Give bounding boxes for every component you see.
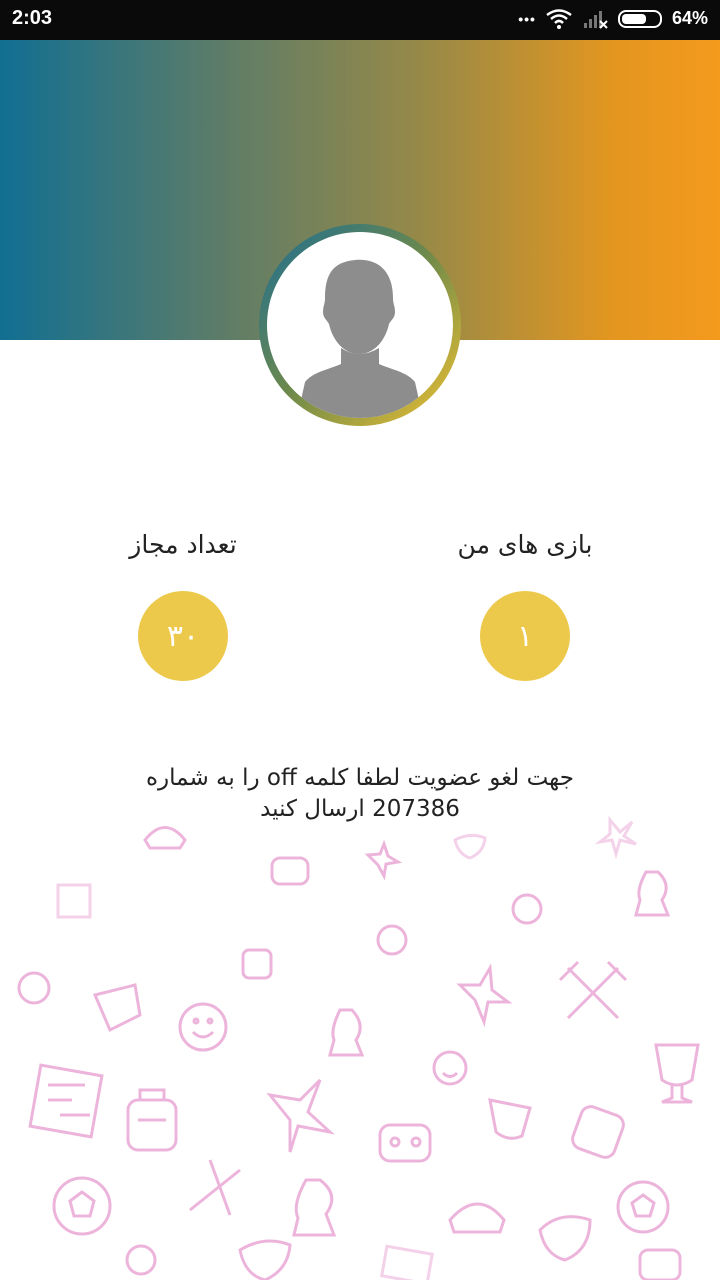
maze-icon [28, 1063, 104, 1139]
drama-masks-icon [538, 1215, 592, 1262]
backpack-icon [126, 1088, 178, 1152]
my-games-value: ۱ [516, 618, 534, 654]
soccer-ball-icon [616, 1180, 670, 1234]
status-time: 2:03 [12, 7, 53, 29]
allowed-count-value: ۳۰ [166, 618, 200, 654]
wifi-icon [546, 8, 572, 29]
allowed-count-badge: ۳۰ [138, 591, 228, 681]
pinwheel-icon [364, 839, 403, 881]
pinwheel-icon [266, 1078, 335, 1153]
soccer-ball-icon [376, 924, 408, 956]
speedometer-icon [143, 826, 187, 850]
crossed-swords-icon [189, 1159, 241, 1216]
robot-icon [638, 1248, 682, 1280]
battery-percent: 64% [671, 8, 708, 28]
smiley-icon [432, 1050, 468, 1086]
speedometer-icon [448, 1202, 506, 1234]
soccer-ball-icon [52, 1176, 112, 1236]
trophy-icon [488, 1098, 532, 1140]
sparkle-icon [594, 815, 637, 860]
trophy-icon [92, 983, 142, 1033]
battery-icon [617, 9, 662, 28]
smiley-icon [511, 893, 543, 925]
backpack-icon [571, 1105, 625, 1159]
maze-icon [56, 883, 92, 919]
soccer-ball-icon [17, 971, 51, 1005]
drama-masks-icon [453, 833, 487, 860]
my-games-badge[interactable]: ۱ [480, 591, 570, 681]
allowed-count-label: تعداد مجاز [129, 530, 237, 559]
smiley-icon [178, 1002, 228, 1052]
crossed-swords-icon [558, 960, 628, 1020]
unsubscribe-instructions: جهت لغو عضویت لطفا کلمه off را به شماره … [145, 765, 575, 822]
my-games-label: بازی های من [457, 530, 593, 559]
robot-icon [270, 856, 310, 886]
knight-icon [328, 1008, 365, 1057]
signal-icon [583, 10, 608, 29]
trophy-icon [654, 1043, 700, 1104]
smiley-icon [125, 1244, 157, 1276]
status-icons: ••• 64% [518, 8, 708, 29]
avatar[interactable] [259, 224, 461, 426]
user-placeholder-icon [297, 259, 423, 418]
knight-icon [292, 1178, 337, 1237]
knight-icon [634, 870, 671, 917]
backpack-icon [241, 948, 273, 980]
maze-icon [380, 1244, 434, 1280]
drama-masks-icon [238, 1239, 292, 1280]
status-bar: 2:03 ••• 64% [0, 0, 720, 40]
robot-icon [378, 1123, 432, 1163]
pinwheel-icon [456, 963, 513, 1028]
more-dots-icon: ••• [518, 10, 536, 27]
